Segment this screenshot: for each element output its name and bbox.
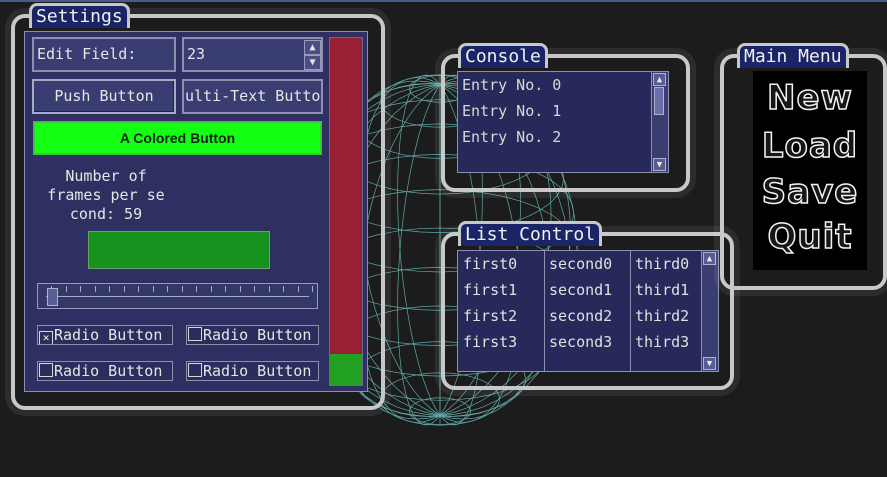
scroll-up-icon[interactable]: ▲ xyxy=(653,73,666,86)
slider-tick xyxy=(239,286,241,292)
slider-thumb[interactable] xyxy=(47,288,58,306)
colored-button[interactable]: A Colored Button xyxy=(33,121,322,155)
list-cell[interactable]: first2 xyxy=(463,303,517,329)
menu-item-quit[interactable]: Quit xyxy=(753,214,867,260)
horizontal-slider[interactable] xyxy=(37,283,318,309)
multitext-button[interactable]: ulti-Text Button xyxy=(182,79,323,114)
slider-tick xyxy=(152,286,154,292)
list-control-title: List Control xyxy=(458,221,603,246)
column-separator xyxy=(544,251,545,371)
console-entry: Entry No. 2 xyxy=(462,128,562,146)
vertical-progress-bar xyxy=(329,37,363,386)
spinner-value: 23 xyxy=(187,45,206,63)
slider-tick xyxy=(312,286,313,292)
slider-tick xyxy=(94,286,96,292)
spinner-down-icon[interactable]: ▼ xyxy=(304,55,321,70)
slider-track xyxy=(46,296,309,297)
list-cell[interactable]: second0 xyxy=(549,251,612,277)
green-image-box xyxy=(88,231,270,269)
slider-tick xyxy=(80,286,81,292)
main-menu-list: New Load Save Quit xyxy=(753,71,867,270)
slider-tick xyxy=(181,286,183,292)
main-menu-title: Main Menu xyxy=(737,43,849,68)
radio-check-icon: ✕ xyxy=(39,331,53,344)
slider-tick xyxy=(297,286,299,292)
scroll-down-icon[interactable]: ▼ xyxy=(703,357,716,370)
list-cell[interactable]: second1 xyxy=(549,277,612,303)
list-cell[interactable]: third0 xyxy=(635,251,689,277)
slider-tick xyxy=(283,286,284,292)
radio-label-2: Radio Button 2 xyxy=(203,326,319,344)
column-separator xyxy=(630,251,631,371)
settings-title: Settings xyxy=(29,3,130,28)
radio-button-4[interactable]: Radio Button 4 xyxy=(186,361,319,381)
slider-tick xyxy=(109,286,110,292)
list-control-table[interactable]: first0 second0 third0 first1 second1 third1 fi… xyxy=(457,250,719,372)
list-cell[interactable]: third2 xyxy=(635,303,689,329)
radio-label-3: Radio Button 3 xyxy=(54,362,173,380)
list-cell[interactable]: first3 xyxy=(463,329,517,355)
radio-button-3[interactable]: Radio Button 3 xyxy=(37,361,173,381)
list-cell[interactable]: third3 xyxy=(635,329,689,355)
frames-per-second-text: Number of frames per se cond: 59 xyxy=(41,167,171,224)
slider-tick xyxy=(210,286,212,292)
settings-panel: Edit Field: 23 ▲ ▼ Push Button ulti-Text… xyxy=(24,31,368,392)
scroll-up-icon[interactable]: ▲ xyxy=(703,252,716,265)
radio-label-1: Radio Button 1 xyxy=(54,326,173,344)
edit-field-label: Edit Field: xyxy=(32,37,176,72)
console-entry: Entry No. 1 xyxy=(462,102,562,120)
list-scrollbar[interactable]: ▲ ▼ xyxy=(701,251,718,371)
list-cell[interactable]: first0 xyxy=(463,251,517,277)
progress-fill xyxy=(330,353,362,385)
slider-tick xyxy=(225,286,226,292)
menu-item-load[interactable]: Load xyxy=(753,123,867,169)
slider-tick xyxy=(268,286,270,292)
slider-tick xyxy=(65,286,67,292)
list-cell[interactable]: second2 xyxy=(549,303,612,329)
console-title: Console xyxy=(458,43,548,68)
list-cell[interactable]: third1 xyxy=(635,277,689,303)
slider-tick xyxy=(123,286,125,292)
menu-item-save[interactable]: Save xyxy=(753,169,867,215)
slider-tick xyxy=(138,286,139,292)
frames-line-2: frames per se xyxy=(47,186,165,204)
radio-button-1[interactable]: ✕ Radio Button 1 xyxy=(37,325,173,345)
console-scrollbar[interactable]: ▲ ▼ xyxy=(651,72,668,172)
slider-tick xyxy=(254,286,255,292)
frames-line-3: cond: 59 xyxy=(69,205,143,223)
push-button[interactable]: Push Button xyxy=(32,79,176,114)
radio-box-icon xyxy=(188,363,202,377)
list-cell[interactable]: first1 xyxy=(463,277,517,303)
frames-line-1: Number of xyxy=(65,167,147,185)
radio-box-icon xyxy=(188,327,202,341)
spinner-field[interactable]: 23 ▲ ▼ xyxy=(182,37,323,72)
radio-box-icon xyxy=(39,363,53,377)
radio-button-2[interactable]: Radio Button 2 xyxy=(186,325,319,345)
scrollbar-thumb[interactable] xyxy=(654,87,664,115)
radio-label-4: Radio Button 4 xyxy=(203,362,319,380)
console-entry: Entry No. 0 xyxy=(462,76,562,94)
menu-item-new[interactable]: New xyxy=(753,75,867,121)
slider-tick xyxy=(167,286,168,292)
spinner-up-icon[interactable]: ▲ xyxy=(304,40,321,55)
console-list[interactable]: Entry No. 0 Entry No. 1 Entry No. 2 ▲ ▼ xyxy=(457,71,669,173)
scroll-down-icon[interactable]: ▼ xyxy=(653,158,666,171)
slider-tick xyxy=(196,286,197,292)
list-cell[interactable]: second3 xyxy=(549,329,612,355)
